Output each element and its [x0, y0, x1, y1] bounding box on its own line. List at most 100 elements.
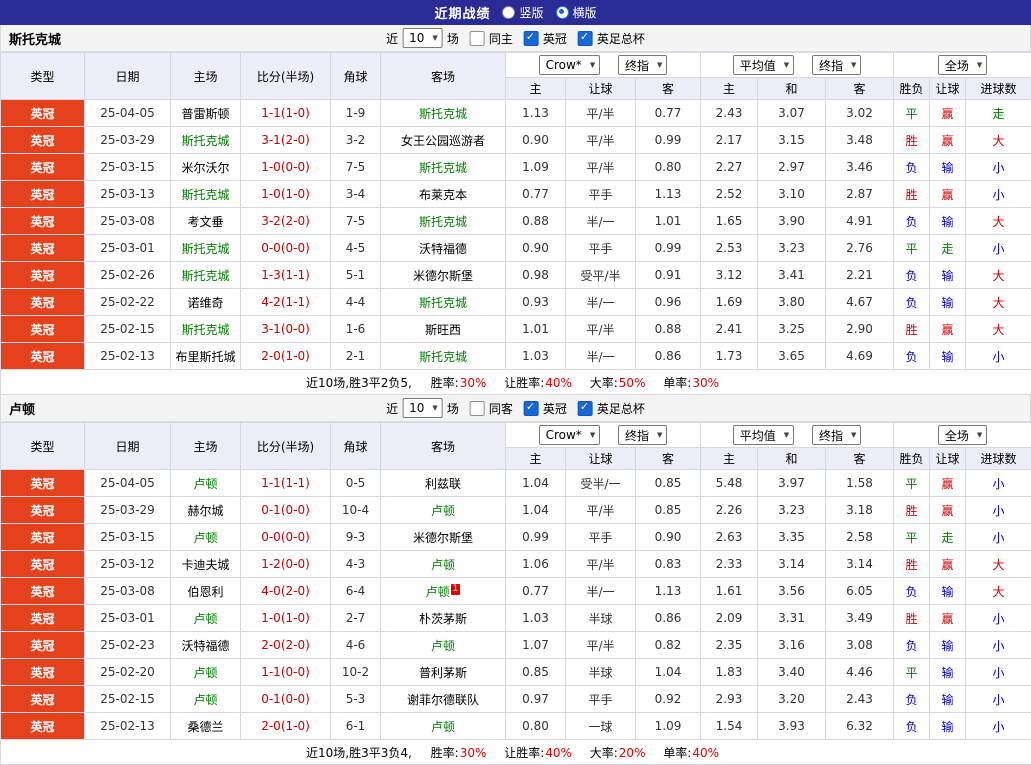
caret-down-icon: ▼ — [432, 404, 437, 412]
odds-home: 0.80 — [506, 713, 566, 740]
average-select[interactable]: 平均值▼ — [733, 425, 794, 445]
home-team-link[interactable]: 考文垂 — [187, 215, 223, 229]
away-team-link[interactable]: 卢顿 — [431, 639, 455, 653]
handicap-line: 平/半 — [566, 551, 636, 578]
away-team-link[interactable]: 朴茨茅斯 — [419, 612, 467, 626]
away-team-link[interactable]: 斯托克城 — [419, 296, 467, 310]
cup-checkbox[interactable] — [578, 401, 593, 416]
scope-select[interactable]: 全场▼ — [938, 425, 987, 445]
league-tag[interactable]: 英冠 — [1, 127, 85, 154]
league-tag[interactable]: 英冠 — [1, 154, 85, 181]
home-team-link[interactable]: 米尔沃尔 — [181, 161, 229, 175]
league-tag[interactable]: 英冠 — [1, 100, 85, 127]
away-team-link[interactable]: 卢顿 — [431, 720, 455, 734]
odds-final-select[interactable]: 终指▼ — [618, 425, 667, 445]
corner-count: 1-6 — [331, 316, 381, 343]
average-final-select[interactable]: 终指▼ — [812, 425, 861, 445]
league-checkbox[interactable] — [524, 401, 539, 416]
result-wdl: 胜 — [894, 551, 930, 578]
home-team-link[interactable]: 卢顿 — [193, 693, 217, 707]
avg-draw: 3.14 — [758, 551, 826, 578]
league-tag[interactable]: 英冠 — [1, 470, 85, 497]
league-tag[interactable]: 英冠 — [1, 605, 85, 632]
topbar: 近期战绩 竖版 横版 — [0, 0, 1031, 25]
home-team-cell: 斯托克城 — [171, 316, 241, 343]
league-tag[interactable]: 英冠 — [1, 208, 85, 235]
scope-select[interactable]: 全场▼ — [938, 55, 987, 75]
match-date: 25-04-05 — [85, 100, 171, 127]
away-team-link[interactable]: 米德尔斯堡 — [413, 531, 473, 545]
average-select[interactable]: 平均值▼ — [733, 55, 794, 75]
avg-draw: 3.10 — [758, 181, 826, 208]
away-team-link[interactable]: 斯旺西 — [425, 323, 461, 337]
league-tag[interactable]: 英冠 — [1, 235, 85, 262]
home-team-link[interactable]: 卢顿 — [193, 666, 217, 680]
league-tag[interactable]: 英冠 — [1, 343, 85, 370]
league-tag[interactable]: 英冠 — [1, 713, 85, 740]
away-team-link[interactable]: 斯托克城 — [419, 107, 467, 121]
odds-away: 1.09 — [636, 713, 701, 740]
home-team-link[interactable]: 沃特福德 — [181, 639, 229, 653]
cup-checkbox[interactable] — [578, 31, 593, 46]
home-team-link[interactable]: 卢顿 — [193, 477, 217, 491]
match-count-select[interactable]: 10▼ — [402, 398, 443, 418]
average-final-select[interactable]: 终指▼ — [812, 55, 861, 75]
league-tag[interactable]: 英冠 — [1, 497, 85, 524]
league-tag[interactable]: 英冠 — [1, 316, 85, 343]
select-value: 终指 — [819, 57, 843, 74]
league-tag[interactable]: 英冠 — [1, 632, 85, 659]
layout-radio-vertical[interactable]: 竖版 — [502, 4, 543, 21]
avg-away: 6.32 — [826, 713, 894, 740]
radio-icon[interactable] — [502, 6, 515, 19]
home-team-link[interactable]: 卢顿 — [193, 531, 217, 545]
home-team-link[interactable]: 斯托克城 — [181, 269, 229, 283]
away-team-link[interactable]: 卢顿 — [426, 585, 450, 599]
away-team-link[interactable]: 米德尔斯堡 — [413, 269, 473, 283]
scope-controls-cell: 全场▼ — [894, 53, 1031, 78]
away-team-link[interactable]: 利兹联 — [425, 477, 461, 491]
same-venue-checkbox[interactable] — [470, 31, 485, 46]
home-team-link[interactable]: 桑德兰 — [187, 720, 223, 734]
league-checkbox[interactable] — [524, 31, 539, 46]
home-team-link[interactable]: 普雷斯顿 — [181, 107, 229, 121]
select-value: 10 — [409, 31, 424, 45]
league-tag[interactable]: 英冠 — [1, 262, 85, 289]
away-team-link[interactable]: 沃特福德 — [419, 242, 467, 256]
league-tag[interactable]: 英冠 — [1, 289, 85, 316]
away-team-link[interactable]: 卢顿 — [431, 558, 455, 572]
away-team-link[interactable]: 斯托克城 — [419, 161, 467, 175]
league-tag[interactable]: 英冠 — [1, 524, 85, 551]
odds-company-select[interactable]: Crow*▼ — [539, 55, 601, 75]
league-tag[interactable]: 英冠 — [1, 578, 85, 605]
home-team-link[interactable]: 卢顿 — [193, 612, 217, 626]
home-team-link[interactable]: 布里斯托城 — [175, 350, 235, 364]
home-team-link[interactable]: 斯托克城 — [181, 242, 229, 256]
home-team-link[interactable]: 诺维奇 — [187, 296, 223, 310]
handicap-line: 受半/一 — [566, 470, 636, 497]
average-controls-cell: 平均值▼ 终指▼ — [701, 53, 894, 78]
same-venue-checkbox[interactable] — [470, 401, 485, 416]
home-team-link[interactable]: 赫尔城 — [187, 504, 223, 518]
away-team-link[interactable]: 女王公园巡游者 — [401, 134, 485, 148]
match-count-select[interactable]: 10▼ — [402, 28, 443, 48]
away-team-link[interactable]: 普利茅斯 — [419, 666, 467, 680]
away-team-link[interactable]: 布莱克本 — [419, 188, 467, 202]
odds-company-select[interactable]: Crow*▼ — [539, 425, 601, 445]
home-team-link[interactable]: 卡迪夫城 — [181, 558, 229, 572]
away-team-link[interactable]: 斯托克城 — [419, 350, 467, 364]
away-team-link[interactable]: 斯托克城 — [419, 215, 467, 229]
layout-radio-horizontal[interactable]: 横版 — [556, 4, 597, 21]
away-team-link[interactable]: 谢菲尔德联队 — [407, 693, 479, 707]
away-team-link[interactable]: 卢顿 — [431, 504, 455, 518]
home-team-link[interactable]: 斯托克城 — [181, 134, 229, 148]
league-tag[interactable]: 英冠 — [1, 181, 85, 208]
league-tag[interactable]: 英冠 — [1, 551, 85, 578]
radio-icon[interactable] — [556, 6, 569, 19]
league-tag[interactable]: 英冠 — [1, 686, 85, 713]
league-tag[interactable]: 英冠 — [1, 659, 85, 686]
odds-final-select[interactable]: 终指▼ — [618, 55, 667, 75]
home-team-link[interactable]: 斯托克城 — [181, 188, 229, 202]
home-team-link[interactable]: 斯托克城 — [181, 323, 229, 337]
home-team-link[interactable]: 伯恩利 — [187, 585, 223, 599]
result-handicap: 赢 — [930, 181, 966, 208]
